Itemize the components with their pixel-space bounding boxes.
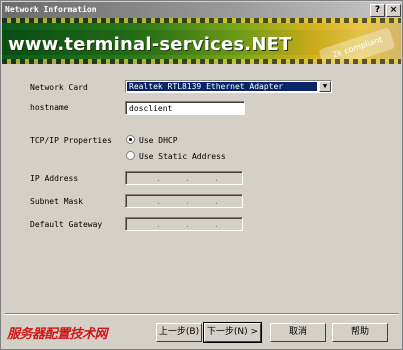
subnet-mask-label: Subnet Mask <box>30 197 83 206</box>
cancel-button[interactable]: 取消 <box>270 323 326 342</box>
network-card-label: Network Card <box>30 83 88 92</box>
use-dhcp-radio[interactable] <box>126 135 135 144</box>
tcpip-properties-label: TCP/IP Properties <box>30 136 112 145</box>
chevron-down-icon[interactable]: ▼ <box>319 81 331 92</box>
subnet-mask-field[interactable]: ... <box>125 194 243 208</box>
footer-separator <box>5 313 399 315</box>
hostname-value: dosclient <box>129 104 173 113</box>
hostname-input[interactable]: dosclient <box>125 101 245 115</box>
header-banner: 2k compliant www.terminal-services.NET <box>2 18 401 64</box>
use-static-address-radio[interactable] <box>126 151 135 160</box>
back-button[interactable]: 上一步(B) <box>156 323 202 342</box>
help-icon[interactable]: ? <box>370 4 385 17</box>
use-static-address-label[interactable]: Use Static Address <box>139 152 226 161</box>
close-icon[interactable]: × <box>386 4 401 17</box>
banner-film-strip <box>2 18 401 23</box>
network-card-select[interactable]: Realtek RTL8139 Ethernet Adapter ▼ <box>125 80 332 93</box>
next-button[interactable]: 下一步(N) > <box>203 322 262 343</box>
help-button[interactable]: 帮助 <box>332 323 388 342</box>
title-bar: Network Information ? × <box>2 2 401 18</box>
use-dhcp-label[interactable]: Use DHCP <box>139 136 178 145</box>
ip-address-field[interactable]: ... <box>125 171 243 185</box>
network-information-dialog: Network Information ? × 2k compliant www… <box>0 0 403 350</box>
banner-film-strip-bottom <box>2 59 401 64</box>
network-card-value: Realtek RTL8139 Ethernet Adapter <box>127 82 317 91</box>
hostname-label: hostname <box>30 103 69 112</box>
banner-url: www.terminal-services.NET <box>8 34 292 55</box>
ip-address-label: IP Address <box>30 174 79 183</box>
watermark-text: 服务器配置技术网 <box>7 327 108 342</box>
default-gateway-field[interactable]: ... <box>125 217 243 231</box>
window-title: Network Information <box>5 5 97 14</box>
default-gateway-label: Default Gateway <box>30 220 103 229</box>
